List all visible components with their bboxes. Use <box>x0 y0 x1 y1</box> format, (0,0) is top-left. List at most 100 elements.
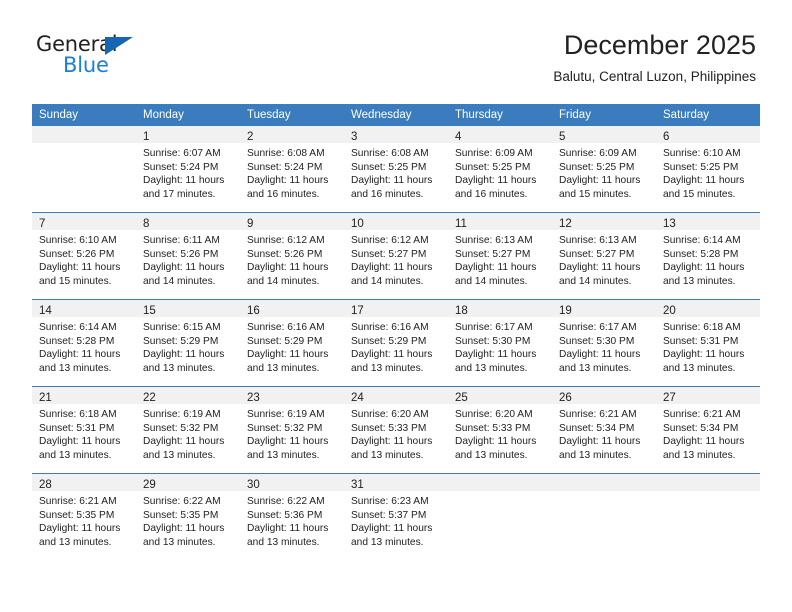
day-number-band: 7 <box>32 213 136 230</box>
sunset-time: Sunset: 5:29 PM <box>143 335 219 347</box>
calendar-day-cell[interactable]: 12 Sunrise: 6:13 AM Sunset: 5:27 PM Dayligh… <box>552 212 656 300</box>
day-number: 5 <box>559 131 566 143</box>
calendar-day-cell[interactable]: 22 Sunrise: 6:19 AM Sunset: 5:32 PM Dayligh… <box>136 386 240 474</box>
daylight-duration-line2: and 16 minutes. <box>455 188 528 200</box>
day-number: 20 <box>663 305 676 317</box>
sunrise-time: Sunrise: 6:09 AM <box>455 148 533 159</box>
sunset-time: Sunset: 5:25 PM <box>455 161 531 173</box>
weekday-header-friday: Friday <box>552 104 656 126</box>
calendar-day-cell[interactable]: 15 Sunrise: 6:15 AM Sunset: 5:29 PM Dayligh… <box>136 299 240 387</box>
calendar-day-cell[interactable]: 29 Sunrise: 6:22 AM Sunset: 5:35 PM Dayligh… <box>136 473 240 560</box>
sunset-time: Sunset: 5:32 PM <box>247 422 323 434</box>
sunrise-time: Sunrise: 6:07 AM <box>143 148 221 159</box>
day-number-band: 13 <box>656 213 760 230</box>
day-cell-body: Sunrise: 6:20 AM Sunset: 5:33 PM Daylight:… <box>344 404 448 462</box>
day-number-band: 29 <box>136 474 240 491</box>
day-number: 2 <box>247 131 254 143</box>
calendar-week-row: 14 Sunrise: 6:14 AM Sunset: 5:28 PM Dayligh… <box>32 299 760 387</box>
daylight-duration-line1: Daylight: 11 hours <box>663 436 745 448</box>
day-number-band: 9 <box>240 213 344 230</box>
daylight-duration-line1: Daylight: 11 hours <box>455 349 537 361</box>
calendar-day-cell[interactable]: 10 Sunrise: 6:12 AM Sunset: 5:27 PM Dayligh… <box>344 212 448 300</box>
calendar-day-cell[interactable]: 14 Sunrise: 6:14 AM Sunset: 5:28 PM Dayligh… <box>32 299 136 387</box>
day-cell-body: Sunrise: 6:17 AM Sunset: 5:30 PM Daylight:… <box>552 317 656 375</box>
day-number-band: 28 <box>32 474 136 491</box>
page-subtitle: Balutu, Central Luzon, Philippines <box>553 69 756 84</box>
calendar-day-cell[interactable]: 25 Sunrise: 6:20 AM Sunset: 5:33 PM Dayligh… <box>448 386 552 474</box>
day-cell-body: Sunrise: 6:14 AM Sunset: 5:28 PM Daylight:… <box>32 317 136 375</box>
calendar-day-cell[interactable]: 27 Sunrise: 6:21 AM Sunset: 5:34 PM Dayligh… <box>656 386 760 474</box>
calendar-day-cell[interactable]: 4 Sunrise: 6:09 AM Sunset: 5:25 PM Daylight… <box>448 126 552 213</box>
calendar-day-cell[interactable]: 16 Sunrise: 6:16 AM Sunset: 5:29 PM Dayligh… <box>240 299 344 387</box>
calendar-day-cell[interactable]: 1 Sunrise: 6:07 AM Sunset: 5:24 PM Daylight… <box>136 126 240 213</box>
day-number: 9 <box>247 218 254 230</box>
daylight-duration-line2: and 13 minutes. <box>143 536 216 548</box>
sunrise-time: Sunrise: 6:19 AM <box>247 409 325 420</box>
calendar-day-cell[interactable]: 6 Sunrise: 6:10 AM Sunset: 5:25 PM Daylight… <box>656 126 760 213</box>
daylight-duration-line2: and 13 minutes. <box>559 449 632 461</box>
sunrise-time: Sunrise: 6:13 AM <box>559 235 637 246</box>
calendar-day-cell[interactable]: 3 Sunrise: 6:08 AM Sunset: 5:25 PM Daylight… <box>344 126 448 213</box>
day-number-band: 21 <box>32 387 136 404</box>
day-number: 12 <box>559 218 572 230</box>
day-number: 4 <box>455 131 462 143</box>
sunset-time: Sunset: 5:36 PM <box>247 509 323 521</box>
calendar-week-row: 28 Sunrise: 6:21 AM Sunset: 5:35 PM Dayligh… <box>32 473 760 560</box>
sunset-time: Sunset: 5:26 PM <box>247 248 323 260</box>
calendar-day-cell[interactable]: 30 Sunrise: 6:22 AM Sunset: 5:36 PM Dayligh… <box>240 473 344 560</box>
day-cell-body: Sunrise: 6:21 AM Sunset: 5:34 PM Daylight:… <box>552 404 656 462</box>
day-number: 21 <box>39 392 52 404</box>
weekday-header-tuesday: Tuesday <box>240 104 344 126</box>
calendar-day-cell[interactable]: 5 Sunrise: 6:09 AM Sunset: 5:25 PM Daylight… <box>552 126 656 213</box>
calendar-day-cell[interactable]: 23 Sunrise: 6:19 AM Sunset: 5:32 PM Dayligh… <box>240 386 344 474</box>
daylight-duration-line1: Daylight: 11 hours <box>351 349 433 361</box>
day-number-band: 24 <box>344 387 448 404</box>
sunrise-time: Sunrise: 6:20 AM <box>351 409 429 420</box>
day-number-band <box>448 474 552 491</box>
sunrise-time: Sunrise: 6:21 AM <box>559 409 637 420</box>
day-number: 24 <box>351 392 364 404</box>
day-number: 6 <box>663 131 670 143</box>
calendar-day-cell[interactable]: 9 Sunrise: 6:12 AM Sunset: 5:26 PM Daylight… <box>240 212 344 300</box>
calendar-day-cell[interactable]: 20 Sunrise: 6:18 AM Sunset: 5:31 PM Dayligh… <box>656 299 760 387</box>
calendar-day-cell[interactable]: 18 Sunrise: 6:17 AM Sunset: 5:30 PM Dayligh… <box>448 299 552 387</box>
sunset-time: Sunset: 5:34 PM <box>663 422 739 434</box>
calendar-day-cell[interactable]: 2 Sunrise: 6:08 AM Sunset: 5:24 PM Daylight… <box>240 126 344 213</box>
logo-text-blue: Blue <box>63 53 109 77</box>
daylight-duration-line2: and 13 minutes. <box>247 536 320 548</box>
daylight-duration-line1: Daylight: 11 hours <box>559 175 641 187</box>
day-cell-body <box>552 491 656 495</box>
day-number-band: 25 <box>448 387 552 404</box>
calendar-day-cell[interactable]: 31 Sunrise: 6:23 AM Sunset: 5:37 PM Dayligh… <box>344 473 448 560</box>
calendar-day-cell[interactable]: 28 Sunrise: 6:21 AM Sunset: 5:35 PM Dayligh… <box>32 473 136 560</box>
sunset-time: Sunset: 5:35 PM <box>39 509 115 521</box>
day-number: 14 <box>39 305 52 317</box>
day-number: 28 <box>39 479 52 491</box>
daylight-duration-line1: Daylight: 11 hours <box>247 349 329 361</box>
calendar-day-cell[interactable]: 11 Sunrise: 6:13 AM Sunset: 5:27 PM Dayligh… <box>448 212 552 300</box>
calendar-day-cell[interactable]: 19 Sunrise: 6:17 AM Sunset: 5:30 PM Dayligh… <box>552 299 656 387</box>
day-cell-body: Sunrise: 6:14 AM Sunset: 5:28 PM Daylight:… <box>656 230 760 288</box>
calendar-table: Sunday Monday Tuesday Wednesday Thursday Frid… <box>32 104 760 560</box>
daylight-duration-line2: and 14 minutes. <box>247 275 320 287</box>
sunrise-time: Sunrise: 6:08 AM <box>351 148 429 159</box>
calendar-day-cell[interactable]: 13 Sunrise: 6:14 AM Sunset: 5:28 PM Dayligh… <box>656 212 760 300</box>
sunset-time: Sunset: 5:26 PM <box>143 248 219 260</box>
day-number-band: 17 <box>344 300 448 317</box>
day-cell-body: Sunrise: 6:10 AM Sunset: 5:25 PM Daylight:… <box>656 143 760 201</box>
sunset-time: Sunset: 5:28 PM <box>663 248 739 260</box>
calendar-day-cell-empty <box>32 126 136 213</box>
calendar-day-cell[interactable]: 8 Sunrise: 6:11 AM Sunset: 5:26 PM Daylight… <box>136 212 240 300</box>
calendar-day-cell[interactable]: 17 Sunrise: 6:16 AM Sunset: 5:29 PM Dayligh… <box>344 299 448 387</box>
day-number-band: 3 <box>344 126 448 143</box>
calendar-day-cell[interactable]: 24 Sunrise: 6:20 AM Sunset: 5:33 PM Dayligh… <box>344 386 448 474</box>
calendar-day-cell[interactable]: 21 Sunrise: 6:18 AM Sunset: 5:31 PM Dayligh… <box>32 386 136 474</box>
day-cell-body: Sunrise: 6:19 AM Sunset: 5:32 PM Daylight:… <box>240 404 344 462</box>
day-number-band: 16 <box>240 300 344 317</box>
general-blue-logo[interactable]: General Blue <box>36 32 166 80</box>
daylight-duration-line2: and 13 minutes. <box>143 362 216 374</box>
calendar-day-cell[interactable]: 26 Sunrise: 6:21 AM Sunset: 5:34 PM Dayligh… <box>552 386 656 474</box>
sunrise-time: Sunrise: 6:13 AM <box>455 235 533 246</box>
calendar-day-cell[interactable]: 7 Sunrise: 6:10 AM Sunset: 5:26 PM Daylight… <box>32 212 136 300</box>
day-cell-body: Sunrise: 6:13 AM Sunset: 5:27 PM Daylight:… <box>552 230 656 288</box>
